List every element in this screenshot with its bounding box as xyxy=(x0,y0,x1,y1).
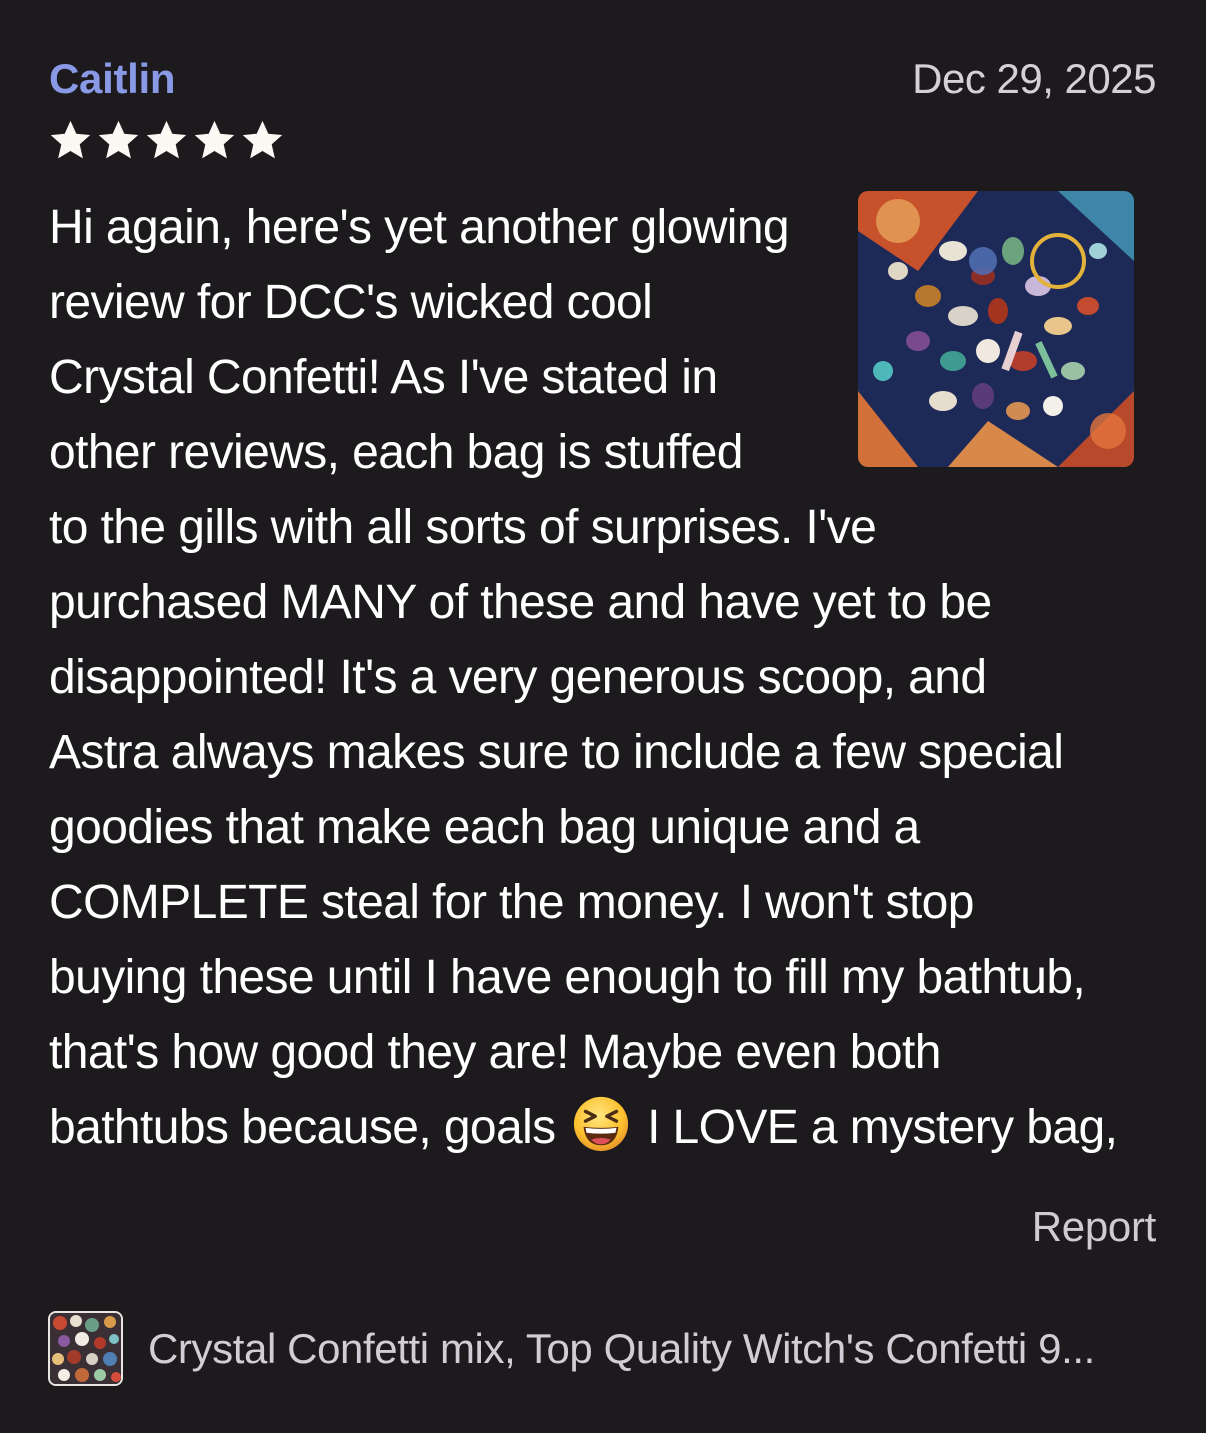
review-text-line: that's how good they are! Maybe even bot… xyxy=(49,1026,941,1079)
star-icon xyxy=(242,120,283,159)
reviewer-name[interactable]: Caitlin xyxy=(49,55,176,103)
grinning-squinting-face-icon xyxy=(574,1096,629,1152)
star-icon xyxy=(98,120,139,159)
review-card: Caitlin Dec 29, 2025 Hi again, here's ye… xyxy=(0,0,1206,1433)
report-button[interactable]: Report xyxy=(1032,1203,1157,1251)
star-icon xyxy=(50,120,91,159)
review-text-line: other reviews, each bag is stuffed xyxy=(49,426,743,479)
star-icon xyxy=(146,120,187,159)
crystal-confetti-thumbnail xyxy=(50,1313,121,1384)
review-text-line: Hi again, here's yet another glowing xyxy=(49,201,790,254)
review-date: Dec 29, 2025 xyxy=(912,55,1156,102)
review-text-line: Crystal Confetti! As I've stated in xyxy=(49,351,718,404)
review-text-line: to the gills with all sorts of surprises… xyxy=(49,501,877,554)
review-text-line: goodies that make each bag unique and a xyxy=(49,801,920,854)
review-text-line: COMPLETE steal for the money. I won't st… xyxy=(49,876,974,929)
review-text-line: buying these until I have enough to fill… xyxy=(49,951,1086,1004)
review-text-line: review for DCC's wicked cool xyxy=(49,276,653,329)
product-name[interactable]: Crystal Confetti mix, Top Quality Witch'… xyxy=(148,1325,1095,1373)
review-text-segment: I LOVE a mystery bag, xyxy=(634,1101,1118,1154)
review-text-line: Astra always makes sure to include a few… xyxy=(49,726,1064,779)
star-rating xyxy=(48,118,285,163)
review-text: Hi again, here's yet another glowing rev… xyxy=(49,190,1164,1165)
review-text-line: disappointed! It's a very generous scoop… xyxy=(49,651,987,704)
star-icon xyxy=(194,120,235,159)
review-text-line: purchased MANY of these and have yet to … xyxy=(49,576,992,629)
review-text-line-last: bathtubs because, goals I LOVE a mystery… xyxy=(49,1090,1164,1165)
product-thumbnail[interactable] xyxy=(48,1311,123,1386)
review-text-segment: bathtubs because, goals xyxy=(49,1101,569,1154)
product-link[interactable]: Crystal Confetti mix, Top Quality Witch'… xyxy=(48,1311,1158,1386)
